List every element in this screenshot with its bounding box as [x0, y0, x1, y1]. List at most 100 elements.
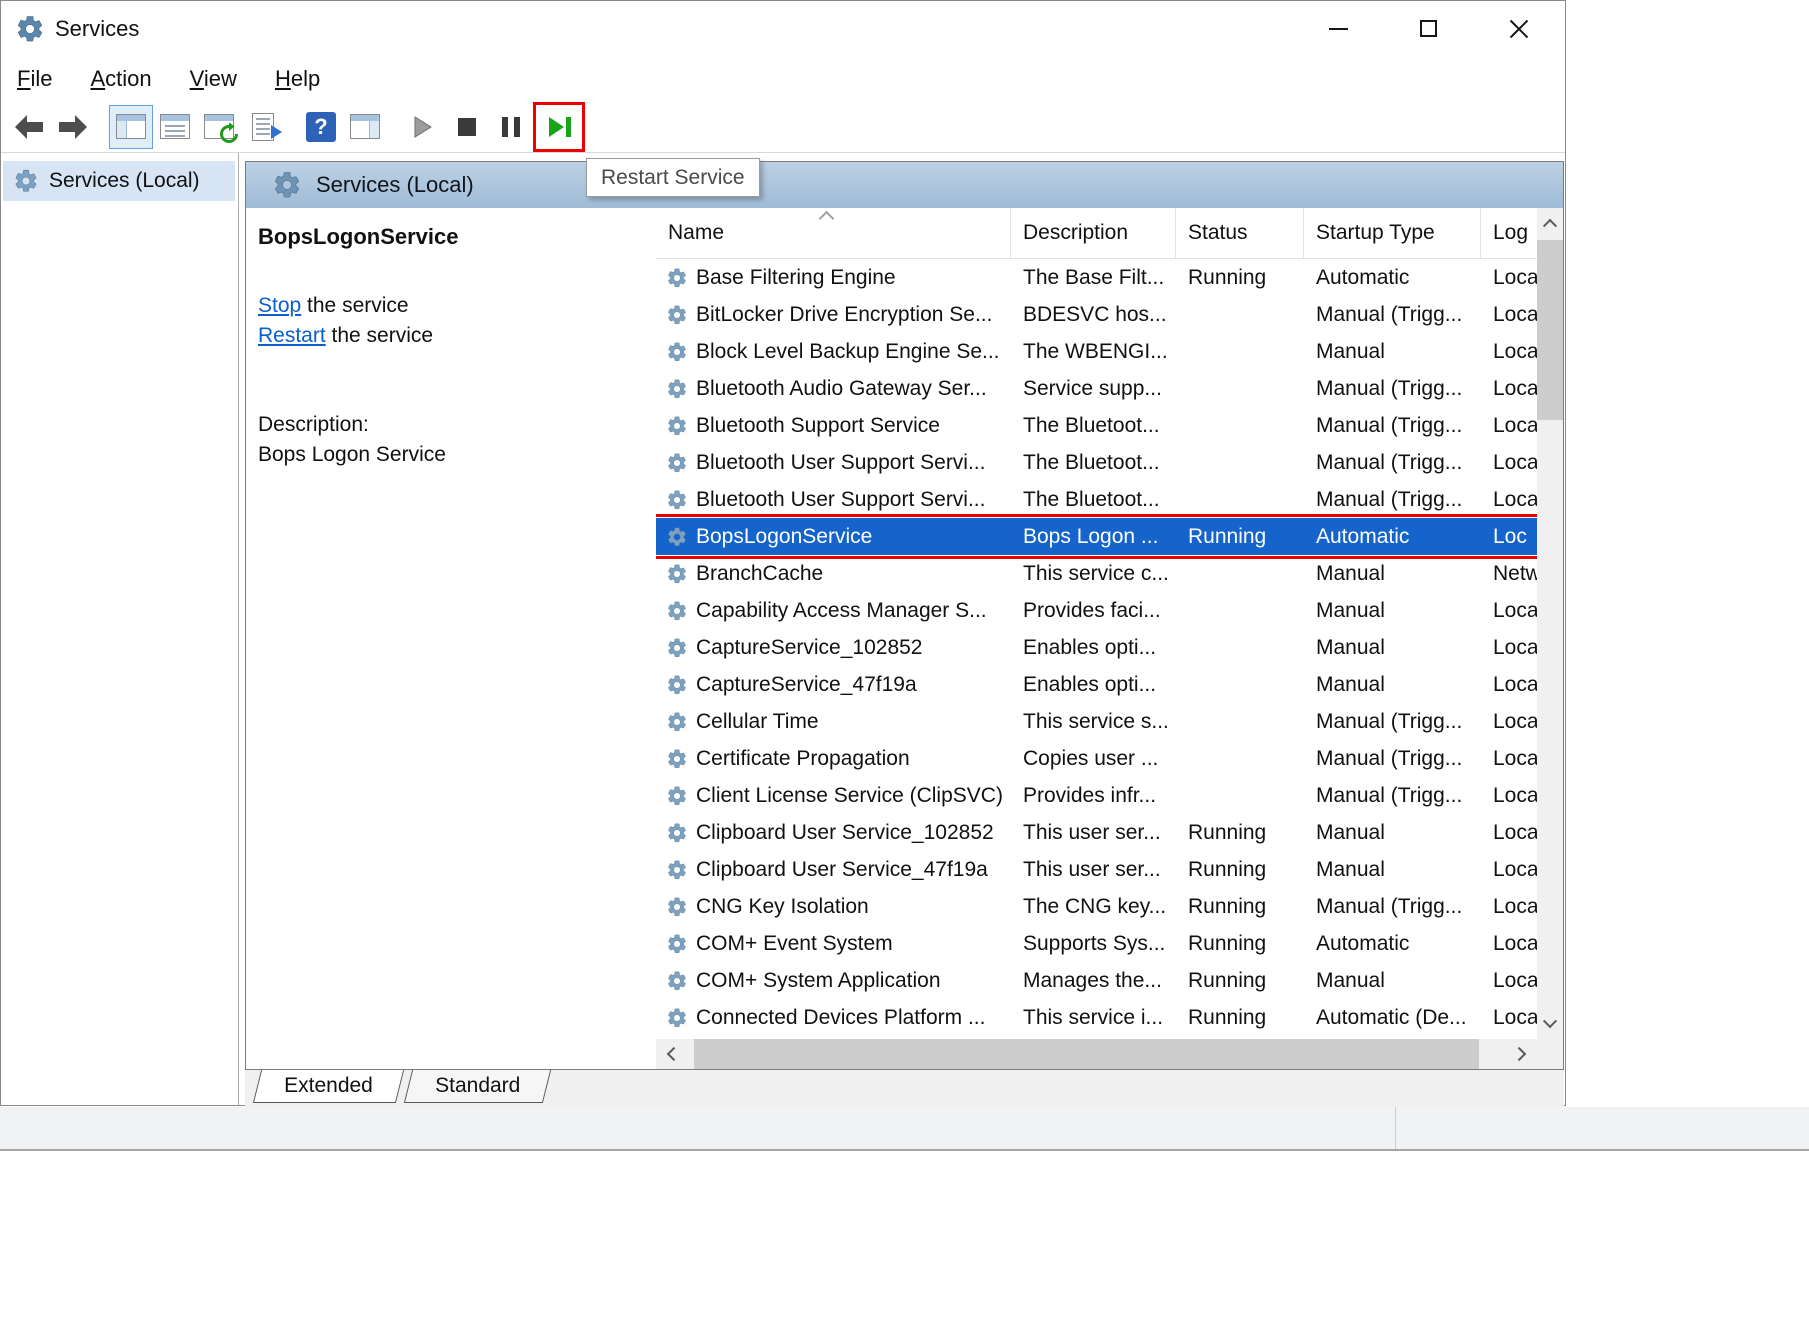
table-row[interactable]: Bluetooth Support Service The Bluetoot..…	[656, 407, 1537, 444]
service-gear-icon	[666, 859, 688, 881]
column-header-description[interactable]: Description	[1011, 208, 1176, 258]
properties-button[interactable]	[153, 105, 197, 149]
screen: Services File Action View Help	[0, 0, 1809, 1335]
scroll-up-button[interactable]	[1537, 208, 1563, 238]
service-name-cell: Clipboard User Service_47f19a	[656, 858, 1011, 882]
table-row[interactable]: BopsLogonService Bops Logon ... Running …	[656, 518, 1537, 555]
table-row[interactable]: BranchCache This service c... Manual Net…	[656, 555, 1537, 592]
service-description: The Bluetoot...	[1011, 451, 1176, 475]
export-list-button[interactable]	[241, 105, 285, 149]
table-row[interactable]: CaptureService_47f19a Enables opti... Ma…	[656, 666, 1537, 703]
table-row[interactable]: Capability Access Manager S... Provides …	[656, 592, 1537, 629]
table-row[interactable]: Block Level Backup Engine Se... The WBEN…	[656, 333, 1537, 370]
horizontal-scrollbar[interactable]	[656, 1039, 1537, 1069]
table-row[interactable]: Bluetooth User Support Servi... The Blue…	[656, 481, 1537, 518]
stop-service-link[interactable]: Stop	[258, 294, 301, 317]
service-name-cell: Bluetooth Support Service	[656, 414, 1011, 438]
show-console-tree-button[interactable]	[109, 105, 153, 149]
restart-service-button[interactable]	[537, 106, 581, 148]
scrollbar-corner	[1537, 1039, 1563, 1069]
maximize-button[interactable]	[1399, 1, 1457, 56]
menu-item-view[interactable]: View	[190, 66, 237, 92]
service-description: Service supp...	[1011, 377, 1176, 401]
service-gear-icon	[666, 563, 688, 585]
refresh-button[interactable]	[197, 105, 241, 149]
table-row[interactable]: Bluetooth Audio Gateway Ser... Service s…	[656, 370, 1537, 407]
table-row[interactable]: Certificate Propagation Copies user ... …	[656, 740, 1537, 777]
service-name: BranchCache	[696, 562, 823, 586]
menu-item-help[interactable]: Help	[275, 66, 320, 92]
pane-header-icon	[272, 170, 302, 200]
close-button[interactable]	[1490, 1, 1548, 56]
table-row[interactable]: CNG Key Isolation The CNG key... Running…	[656, 888, 1537, 925]
scroll-left-button[interactable]	[656, 1039, 686, 1069]
service-startup-type: Manual	[1304, 562, 1481, 586]
service-description: Provides faci...	[1011, 599, 1176, 623]
service-name: Connected Devices Platform ...	[696, 1006, 985, 1030]
pause-service-button[interactable]	[489, 105, 533, 149]
service-name: Bluetooth User Support Servi...	[696, 488, 985, 512]
restart-service-link[interactable]: Restart	[258, 324, 326, 347]
tree-item-services-local[interactable]: Services (Local)	[3, 161, 235, 201]
service-gear-icon	[666, 785, 688, 807]
menu-item-file[interactable]: File	[17, 66, 52, 92]
sort-ascending-icon	[819, 211, 835, 227]
column-header-log-on-as[interactable]: Log	[1481, 208, 1537, 258]
service-startup-type: Manual (Trigg...	[1304, 488, 1481, 512]
refresh-icon	[204, 114, 234, 139]
service-log-on-as: Netw	[1481, 562, 1537, 586]
view-tab[interactable]: Standard	[404, 1070, 551, 1103]
table-row[interactable]: Cellular Time This service s... Manual (…	[656, 703, 1537, 740]
scroll-down-button[interactable]	[1537, 1009, 1563, 1039]
service-name-cell: Certificate Propagation	[656, 747, 1011, 771]
table-row[interactable]: Bluetooth User Support Servi... The Blue…	[656, 444, 1537, 481]
service-log-on-as: Loca	[1481, 303, 1537, 327]
show-action-pane-button[interactable]	[343, 105, 387, 149]
vertical-scroll-thumb[interactable]	[1537, 240, 1563, 420]
help-button[interactable]: ?	[299, 105, 343, 149]
column-header-status[interactable]: Status	[1176, 208, 1304, 258]
services-list-region: Name Description Status Startup Type Log	[656, 208, 1563, 1069]
menu-bar: File Action View Help	[1, 56, 1565, 101]
chevron-left-icon	[667, 1047, 681, 1061]
stop-service-button[interactable]	[445, 105, 489, 149]
column-header-name[interactable]: Name	[656, 208, 1011, 258]
table-row[interactable]: Connected Devices Platform ... This serv…	[656, 999, 1537, 1036]
horizontal-scroll-thumb[interactable]	[694, 1039, 1479, 1069]
menu-item-action[interactable]: Action	[90, 66, 151, 92]
service-startup-type: Manual (Trigg...	[1304, 303, 1481, 327]
scroll-right-button[interactable]	[1507, 1039, 1537, 1069]
service-name: Clipboard User Service_47f19a	[696, 858, 988, 882]
export-list-icon	[252, 113, 274, 141]
service-name: Bluetooth User Support Servi...	[696, 451, 985, 475]
table-row[interactable]: CaptureService_102852 Enables opti... Ma…	[656, 629, 1537, 666]
table-row[interactable]: Clipboard User Service_102852 This user …	[656, 814, 1537, 851]
service-startup-type: Manual	[1304, 858, 1481, 882]
maximize-icon	[1420, 20, 1437, 37]
service-startup-type: Manual (Trigg...	[1304, 895, 1481, 919]
service-gear-icon	[666, 304, 688, 326]
table-row[interactable]: Clipboard User Service_47f19a This user …	[656, 851, 1537, 888]
service-startup-type: Manual	[1304, 340, 1481, 364]
restart-service-line: Restart the service	[258, 324, 433, 348]
minimize-button[interactable]	[1309, 1, 1367, 56]
table-row[interactable]: COM+ Event System Supports Sys... Runnin…	[656, 925, 1537, 962]
service-name-cell: BopsLogonService	[656, 525, 1011, 549]
service-status: Running	[1176, 1006, 1304, 1030]
service-name-cell: CaptureService_102852	[656, 636, 1011, 660]
back-icon	[14, 114, 44, 140]
close-icon	[1507, 17, 1531, 41]
table-row[interactable]: BitLocker Drive Encryption Se... BDESVC …	[656, 296, 1537, 333]
table-row[interactable]: Client License Service (ClipSVC) Provide…	[656, 777, 1537, 814]
view-tab[interactable]: Extended	[253, 1070, 404, 1103]
table-row[interactable]: COM+ System Application Manages the... R…	[656, 962, 1537, 999]
table-row[interactable]: Base Filtering Engine The Base Filt... R…	[656, 259, 1537, 296]
service-name: Cellular Time	[696, 710, 819, 734]
forward-icon	[58, 114, 88, 140]
back-button[interactable]	[7, 105, 51, 149]
vertical-scrollbar[interactable]	[1537, 208, 1563, 1039]
service-description: The Base Filt...	[1011, 266, 1176, 290]
column-header-startup-type[interactable]: Startup Type	[1304, 208, 1481, 258]
forward-button[interactable]	[51, 105, 95, 149]
start-service-button[interactable]	[401, 105, 445, 149]
